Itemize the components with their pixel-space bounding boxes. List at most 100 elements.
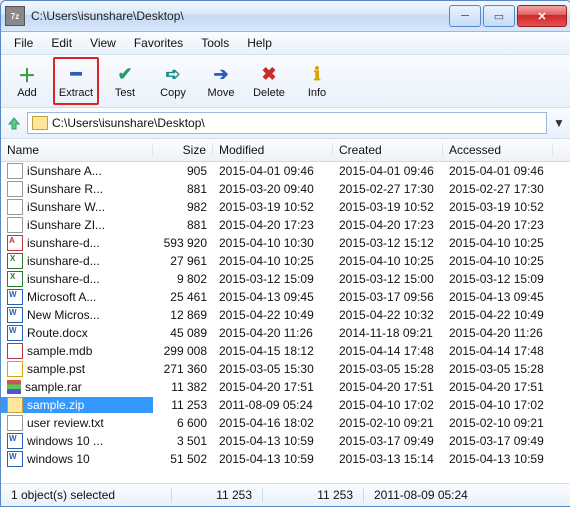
file-row[interactable]: isunshare-d...27 9612015-04-10 10:252015…	[1, 252, 570, 270]
move-button[interactable]: ➔Move	[199, 58, 243, 104]
maximize-button[interactable]: ▭	[483, 5, 515, 27]
info-button[interactable]: ℹInfo	[295, 58, 339, 104]
file-icon	[7, 235, 23, 251]
toolbar: ＋Add━Extract✔Test➪Copy➔Move✖DeleteℹInfo	[1, 55, 570, 108]
address-bar: C:\Users\isunshare\Desktop\ ▼	[1, 108, 570, 139]
file-accessed: 2015-04-13 09:45	[443, 290, 553, 304]
file-row[interactable]: Microsoft A...25 4612015-04-13 09:452015…	[1, 288, 570, 306]
file-modified: 2015-03-12 15:09	[213, 272, 333, 286]
file-row[interactable]: iSunshare ZI...8812015-04-20 17:232015-0…	[1, 216, 570, 234]
file-icon	[7, 253, 23, 269]
file-created: 2015-04-14 17:48	[333, 344, 443, 358]
file-modified: 2015-03-19 10:52	[213, 200, 333, 214]
file-row[interactable]: sample.rar11 3822015-04-20 17:512015-04-…	[1, 378, 570, 396]
add-button[interactable]: ＋Add	[5, 58, 49, 104]
file-row[interactable]: iSunshare W...9822015-03-19 10:522015-03…	[1, 198, 570, 216]
file-name: iSunshare W...	[27, 200, 105, 214]
file-name: iSunshare R...	[27, 182, 103, 196]
delete-label: Delete	[253, 87, 285, 99]
file-accessed: 2015-03-17 09:49	[443, 434, 553, 448]
file-list-area: Name Size Modified Created Accessed iSun…	[1, 139, 570, 483]
file-row[interactable]: windows 1051 5022015-04-13 10:592015-03-…	[1, 450, 570, 468]
file-accessed: 2015-03-12 15:09	[443, 272, 553, 286]
file-name: New Micros...	[27, 308, 100, 322]
file-size: 881	[153, 182, 213, 196]
folder-icon	[32, 116, 48, 130]
menu-view[interactable]: View	[81, 34, 125, 52]
file-accessed: 2015-04-20 17:23	[443, 218, 553, 232]
status-selected: 1 object(s) selected	[1, 488, 172, 502]
menu-bar: FileEditViewFavoritesToolsHelp	[1, 32, 570, 55]
col-name[interactable]: Name	[1, 143, 153, 157]
file-accessed: 2015-04-10 10:25	[443, 254, 553, 268]
menu-favorites[interactable]: Favorites	[125, 34, 192, 52]
menu-help[interactable]: Help	[238, 34, 281, 52]
file-row[interactable]: isunshare-d...593 9202015-04-10 10:30201…	[1, 234, 570, 252]
file-row[interactable]: sample.mdb299 0082015-04-15 18:122015-04…	[1, 342, 570, 360]
menu-edit[interactable]: Edit	[42, 34, 81, 52]
file-accessed: 2015-04-13 10:59	[443, 452, 553, 466]
file-row[interactable]: user review.txt6 6002015-04-16 18:022015…	[1, 414, 570, 432]
file-created: 2015-04-01 09:46	[333, 164, 443, 178]
file-modified: 2015-04-20 11:26	[213, 326, 333, 340]
minimize-button[interactable]: ─	[449, 5, 481, 27]
address-input[interactable]: C:\Users\isunshare\Desktop\	[27, 112, 547, 134]
col-size[interactable]: Size	[153, 143, 213, 157]
extract-button[interactable]: ━Extract	[53, 57, 99, 105]
address-dropdown[interactable]: ▼	[551, 116, 567, 130]
file-row[interactable]: iSunshare A...9052015-04-01 09:462015-04…	[1, 162, 570, 180]
close-button[interactable]: ✕	[517, 5, 567, 27]
file-modified: 2015-04-20 17:23	[213, 218, 333, 232]
file-created: 2015-03-12 15:12	[333, 236, 443, 250]
file-icon	[7, 380, 21, 394]
file-accessed: 2015-03-19 10:52	[443, 200, 553, 214]
file-icon	[7, 415, 23, 431]
file-name: sample.mdb	[27, 344, 92, 358]
file-row[interactable]: iSunshare R...8812015-03-20 09:402015-02…	[1, 180, 570, 198]
file-accessed: 2015-02-27 17:30	[443, 182, 553, 196]
file-row[interactable]: windows 10 ...3 5012015-04-13 10:592015-…	[1, 432, 570, 450]
file-size: 271 360	[153, 362, 213, 376]
file-accessed: 2015-03-05 15:28	[443, 362, 553, 376]
col-accessed[interactable]: Accessed	[443, 143, 553, 157]
file-accessed: 2015-04-14 17:48	[443, 344, 553, 358]
delete-button[interactable]: ✖Delete	[247, 58, 291, 104]
file-size: 593 920	[153, 236, 213, 250]
file-row[interactable]: sample.zip11 2532011-08-09 05:242015-04-…	[1, 396, 570, 414]
address-text: C:\Users\isunshare\Desktop\	[52, 116, 205, 130]
info-label: Info	[308, 87, 326, 99]
file-name: iSunshare A...	[27, 164, 102, 178]
titlebar[interactable]: 7z C:\Users\isunshare\Desktop\ ─ ▭ ✕	[1, 1, 570, 32]
file-row[interactable]: Route.docx45 0892015-04-20 11:262014-11-…	[1, 324, 570, 342]
move-icon: ➔	[210, 64, 232, 86]
status-size1: 11 253	[172, 488, 263, 502]
file-row[interactable]: New Micros...12 8692015-04-22 10:492015-…	[1, 306, 570, 324]
file-size: 11 382	[153, 380, 213, 394]
col-modified[interactable]: Modified	[213, 143, 333, 157]
test-button[interactable]: ✔Test	[103, 58, 147, 104]
file-modified: 2015-04-13 10:59	[213, 452, 333, 466]
status-date: 2011-08-09 05:24	[364, 488, 570, 502]
file-modified: 2015-04-10 10:30	[213, 236, 333, 250]
file-icon	[7, 397, 23, 413]
file-created: 2015-03-05 15:28	[333, 362, 443, 376]
file-created: 2015-02-27 17:30	[333, 182, 443, 196]
up-icon[interactable]	[5, 114, 23, 132]
menu-file[interactable]: File	[5, 34, 42, 52]
file-accessed: 2015-04-20 17:51	[443, 380, 553, 394]
col-created[interactable]: Created	[333, 143, 443, 157]
menu-tools[interactable]: Tools	[192, 34, 238, 52]
file-icon	[7, 451, 23, 467]
file-modified: 2015-04-20 17:51	[213, 380, 333, 394]
file-modified: 2015-04-15 18:12	[213, 344, 333, 358]
copy-button[interactable]: ➪Copy	[151, 58, 195, 104]
file-row[interactable]: sample.pst271 3602015-03-05 15:302015-03…	[1, 360, 570, 378]
file-name: sample.rar	[25, 380, 82, 394]
add-label: Add	[17, 87, 37, 99]
file-accessed: 2015-04-20 11:26	[443, 326, 553, 340]
file-row[interactable]: isunshare-d...9 8022015-03-12 15:092015-…	[1, 270, 570, 288]
file-modified: 2015-04-10 10:25	[213, 254, 333, 268]
file-list[interactable]: iSunshare A...9052015-04-01 09:462015-04…	[1, 162, 570, 483]
file-created: 2015-04-10 10:25	[333, 254, 443, 268]
test-icon: ✔	[114, 64, 136, 86]
